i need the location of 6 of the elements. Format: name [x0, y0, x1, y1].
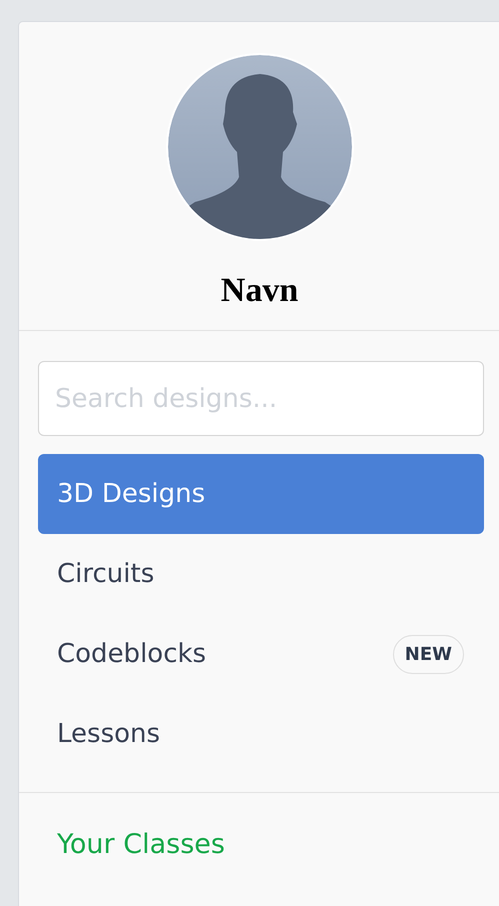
nav-item[interactable]: Lessons	[38, 694, 484, 774]
nav-item[interactable]: 3D Designs	[38, 454, 484, 534]
nav-item[interactable]: Circuits	[38, 534, 484, 614]
new-badge: NEW	[392, 634, 464, 674]
user-name: Navn	[220, 272, 298, 310]
nav-item[interactable]: Codeblocks NEW	[38, 614, 484, 694]
